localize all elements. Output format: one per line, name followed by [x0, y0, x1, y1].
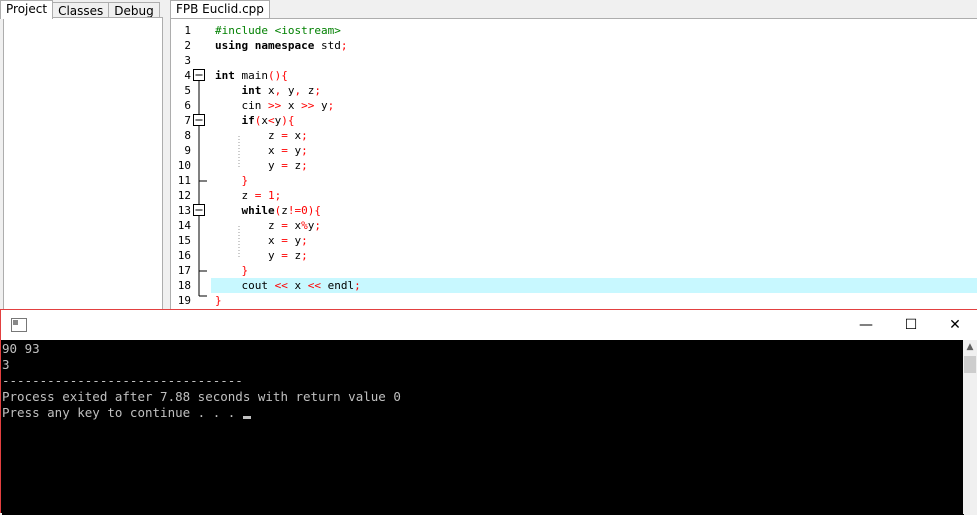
- line-number: 14: [177, 219, 191, 232]
- code-line[interactable]: 2 using namespace std;: [171, 38, 977, 53]
- line-number: 15: [177, 234, 191, 247]
- line-number: 7: [184, 114, 191, 127]
- code-line[interactable]: 19}: [171, 293, 977, 308]
- line-number: 16: [177, 249, 191, 262]
- fold-markers: [193, 69, 207, 297]
- close-button[interactable]: ✕: [932, 310, 977, 340]
- ide-window: Project Classes Debug FPB Euclid.cpp 1 #i…: [0, 0, 977, 311]
- code-line[interactable]: 17 }: [171, 263, 977, 278]
- code-line[interactable]: 7 if(x<y){: [171, 113, 977, 128]
- line-number: 8: [184, 129, 191, 142]
- console-prompt-text: Press any key to continue . . .: [2, 405, 243, 420]
- fold-collapse-icon[interactable]: [193, 114, 205, 126]
- console-scrollbar[interactable]: ▲: [963, 340, 977, 514]
- code-line[interactable]: 18 cout << x << endl;: [178, 278, 977, 293]
- line-number: 3: [184, 54, 191, 67]
- line-number: 1: [184, 24, 191, 37]
- console-app-icon: [11, 318, 27, 332]
- code-line[interactable]: 8 z = x;: [171, 128, 977, 143]
- line-number: 17: [177, 264, 191, 277]
- line-number: 19: [177, 294, 191, 307]
- line-number: 10: [177, 159, 191, 172]
- line-number: 18: [177, 279, 191, 292]
- code-line[interactable]: 9 x = y;: [171, 143, 977, 158]
- line-number: 5: [184, 84, 191, 97]
- panel-tabs: Project Classes Debug: [0, 0, 160, 19]
- code-line[interactable]: 11 }: [171, 173, 977, 188]
- code-line[interactable]: 12 z = 1;: [171, 188, 977, 203]
- code-line[interactable]: 13 while(z!=0){: [171, 203, 977, 218]
- editor-tab-file[interactable]: FPB Euclid.cpp: [170, 0, 270, 19]
- tab-project[interactable]: Project: [0, 0, 54, 19]
- scroll-thumb[interactable]: [964, 356, 976, 373]
- console-line: --------------------------------: [2, 373, 243, 388]
- line-number: 2: [184, 39, 191, 52]
- console-line: 90 93: [2, 341, 40, 356]
- fold-collapse-icon[interactable]: [193, 69, 205, 81]
- line-number: 12: [177, 189, 191, 202]
- code-line[interactable]: 6 cin >> x >> y;: [171, 98, 977, 113]
- line-number: 9: [184, 144, 191, 157]
- console-line: Press any key to continue . . .: [2, 405, 964, 421]
- console-titlebar[interactable]: — ☐ ✕: [1, 310, 977, 340]
- editor-tabs: FPB Euclid.cpp: [170, 0, 270, 19]
- code-line[interactable]: 16 y = z;: [171, 248, 977, 263]
- code-editor[interactable]: 1 #include <iostream> 2 using namespace std…: [170, 18, 977, 310]
- code-line[interactable]: 3: [171, 53, 977, 68]
- scroll-up-arrow-icon[interactable]: ▲: [963, 340, 977, 354]
- line-number: 4: [184, 69, 191, 82]
- line-number: 13: [177, 204, 191, 217]
- fold-collapse-icon[interactable]: [193, 204, 205, 216]
- code-line[interactable]: 4 int main(){: [171, 68, 977, 83]
- code-line[interactable]: 1 #include <iostream>: [171, 23, 977, 38]
- code-line[interactable]: 14 z = x%y;: [171, 218, 977, 233]
- console-line: 3: [2, 357, 10, 372]
- text-cursor: [242, 416, 251, 419]
- maximize-button[interactable]: ☐: [888, 310, 934, 340]
- console-line: Process exited after 7.88 seconds with r…: [2, 389, 401, 404]
- console-output[interactable]: 90 93 3 -------------------------------- Pr…: [2, 340, 964, 515]
- minimize-button[interactable]: —: [843, 310, 889, 340]
- code-line[interactable]: 5 int x, y, z;: [171, 83, 977, 98]
- line-number: 6: [184, 99, 191, 112]
- project-panel: [3, 17, 163, 311]
- code-line[interactable]: 10 y = z;: [171, 158, 977, 173]
- indent-guides: [238, 136, 240, 259]
- code-line[interactable]: 15 x = y;: [171, 233, 977, 248]
- console-window: — ☐ ✕ 90 93 3 ----------------------------…: [0, 309, 977, 515]
- line-number: 11: [177, 174, 191, 187]
